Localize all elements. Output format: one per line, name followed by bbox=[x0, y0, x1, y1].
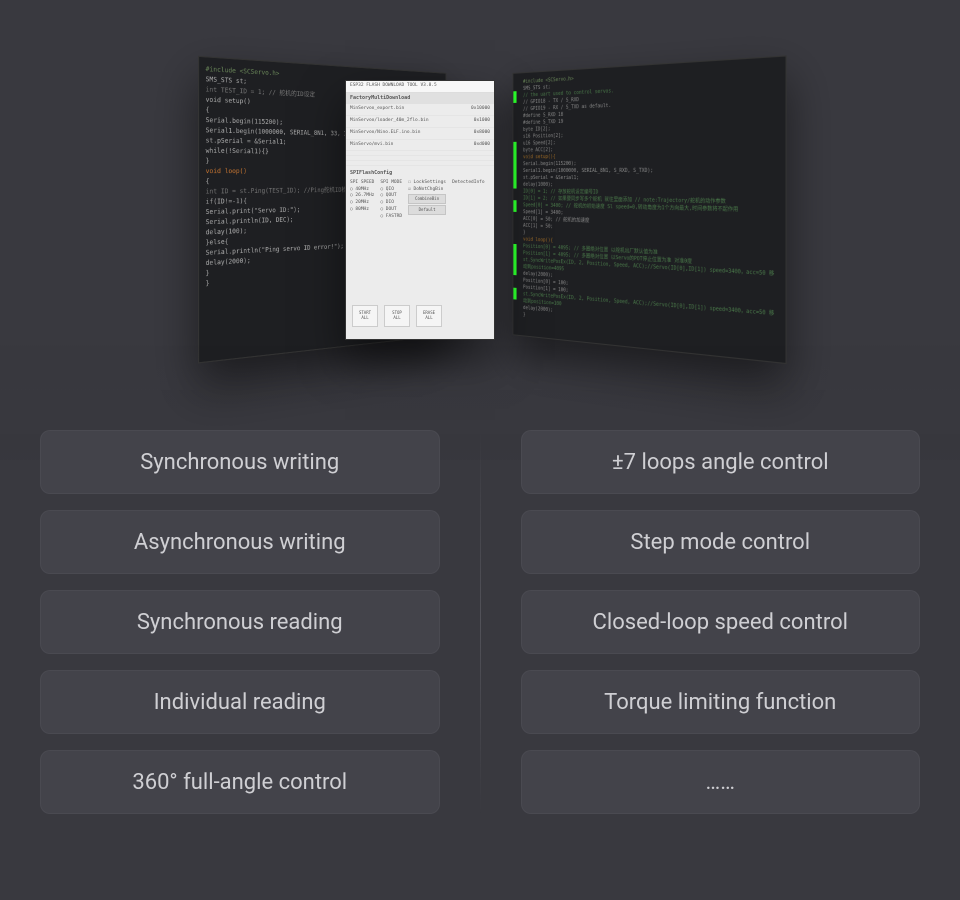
feature-card: 360° full-angle control bbox=[40, 750, 440, 814]
features-col-left: Synchronous writing Asynchronous writing S… bbox=[40, 430, 440, 814]
spi-mode-label: SPI MODE bbox=[380, 180, 402, 187]
feature-card: Synchronous writing bbox=[40, 430, 440, 494]
file-row: MinServoo/loader_40m_2flo.bin0x1000 bbox=[346, 116, 494, 128]
tool-tab: FactoryMultiDownload bbox=[346, 93, 494, 105]
spi-mode-option[interactable]: ○ DOUT bbox=[380, 207, 402, 214]
spi-speed-label: SPI SPEED bbox=[350, 180, 374, 187]
spi-config-header: SPIFlashConfig bbox=[350, 170, 490, 178]
detected-info-label: DetectedInfo bbox=[452, 180, 485, 221]
file-row: MinServo/mvi.bin0xd000 bbox=[346, 140, 494, 152]
feature-card: Synchronous reading bbox=[40, 590, 440, 654]
tool-button[interactable]: STOPALL bbox=[384, 305, 410, 327]
code-panel-right: #include <SCServo.h>SMS_STS st;// the ua… bbox=[513, 55, 787, 364]
tool-button[interactable]: STARTALL bbox=[352, 305, 378, 327]
gutter-marker bbox=[513, 177, 516, 189]
hero-stage: #include <SCServo.h>SMS_STS st;int TEST_… bbox=[0, 0, 960, 430]
flash-tool-panel: ESP32 FLASH DOWNLOAD TOOL V3.8.5 Factory… bbox=[345, 80, 495, 340]
spi-mode-option[interactable]: ○ FASTRD bbox=[380, 214, 402, 221]
feature-card: Step mode control bbox=[521, 510, 921, 574]
feature-card: Closed-loop speed control bbox=[521, 590, 921, 654]
gutter-marker bbox=[513, 153, 516, 165]
gutter-marker bbox=[513, 142, 516, 154]
gutter-marker bbox=[513, 165, 516, 177]
gutter-marker bbox=[513, 288, 516, 300]
features-col-right: ±7 loops angle control Step mode control C… bbox=[521, 430, 921, 814]
gutter-marker bbox=[513, 263, 516, 275]
file-row: MinServoo/Nino.ELF.ino.bin0x8000 bbox=[346, 128, 494, 140]
spi-speed-option[interactable]: ○ 20MHz bbox=[350, 200, 374, 207]
spi-mode-option[interactable]: ○ DIO bbox=[380, 200, 402, 207]
lock-settings-chk[interactable]: ☐ LockSettings bbox=[408, 180, 446, 187]
features-grid: Synchronous writing Asynchronous writing S… bbox=[0, 430, 960, 814]
spi-speed-option[interactable]: ○ 26.7MHz bbox=[350, 193, 374, 200]
spi-mode-option[interactable]: ○ QOUT bbox=[380, 193, 402, 200]
tool-titlebar: ESP32 FLASH DOWNLOAD TOOL V3.8.5 bbox=[346, 81, 494, 93]
feature-card: Asynchronous writing bbox=[40, 510, 440, 574]
spi-speed-option[interactable]: ○ 80MHz bbox=[350, 207, 374, 214]
file-row: MinServoo_export.bin0x10000 bbox=[346, 104, 494, 116]
tool-button[interactable]: ERASEALL bbox=[416, 305, 442, 327]
feature-card: ±7 loops angle control bbox=[521, 430, 921, 494]
gutter-marker bbox=[513, 91, 516, 103]
gutter-marker bbox=[513, 200, 516, 212]
column-divider bbox=[480, 430, 481, 814]
feature-card: Torque limiting function bbox=[521, 670, 921, 734]
default-button[interactable]: Default bbox=[408, 205, 446, 215]
feature-card: …… bbox=[521, 750, 921, 814]
donotchgbin-chk[interactable]: ☑ DoNotChgBin bbox=[408, 187, 446, 194]
combinebin-button[interactable]: CombineBin bbox=[408, 194, 446, 204]
feature-card: Individual reading bbox=[40, 670, 440, 734]
